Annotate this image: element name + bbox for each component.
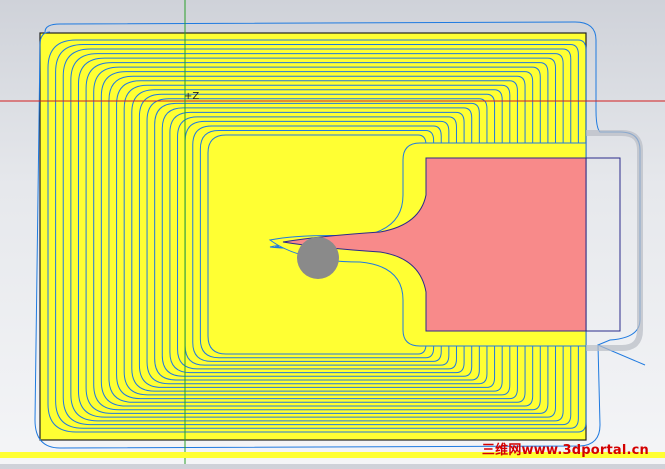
tool-cutter-icon[interactable]: [297, 237, 339, 279]
pocket-outline-extension: [585, 157, 621, 332]
cam-viewport[interactable]: +Z 三维网www.3dportal.cn: [0, 0, 665, 464]
extension-boundary: [586, 130, 643, 351]
watermark-text: 三维网www.3dportal.cn: [481, 443, 649, 458]
toolpath-drawing: [0, 0, 665, 464]
coordinate-label: +Z: [184, 91, 200, 102]
